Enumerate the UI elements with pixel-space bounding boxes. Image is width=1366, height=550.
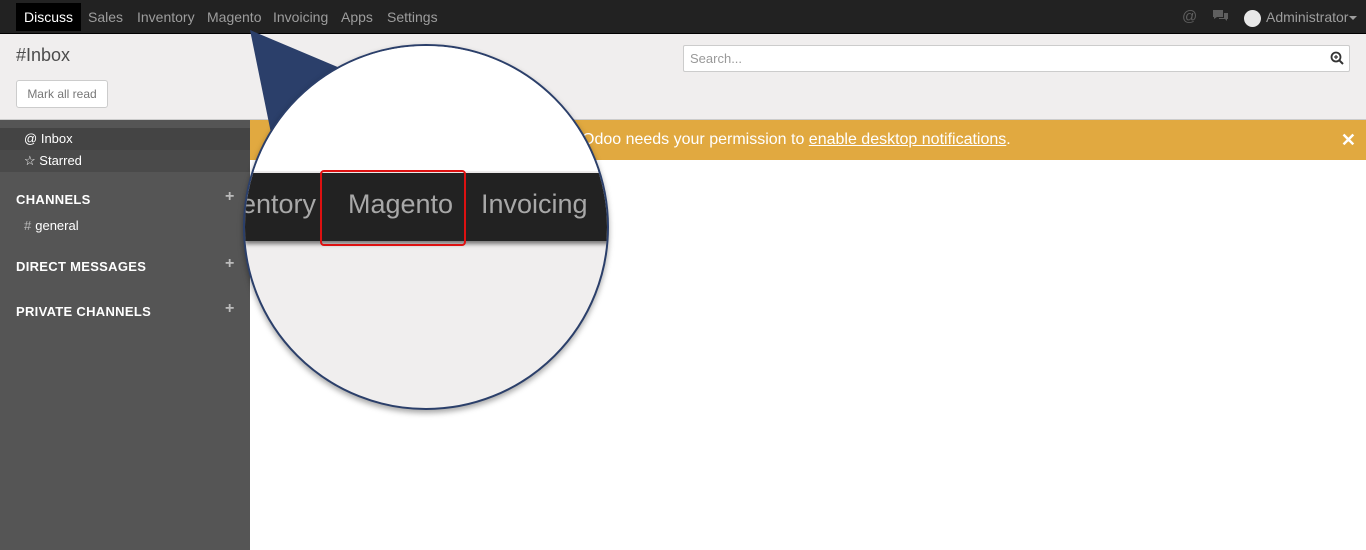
user-menu[interactable]: Administrator — [1266, 0, 1348, 34]
search-icon[interactable] — [1330, 51, 1344, 65]
lens-background — [245, 46, 607, 171]
notification-suffix: . — [1006, 131, 1011, 148]
chevron-down-icon[interactable] — [1349, 16, 1357, 20]
zoomed-menu-invoicing: Invoicing — [481, 189, 588, 219]
chat-icon[interactable] — [1212, 9, 1229, 27]
highlight-box — [320, 170, 466, 246]
enable-notifications-link[interactable]: enable desktop notifications — [809, 131, 1006, 148]
avatar[interactable] — [1244, 10, 1261, 27]
search-input[interactable] — [684, 46, 1310, 71]
search-box — [683, 45, 1350, 72]
zoom-lens: entory Magento Invoicing — [243, 44, 609, 410]
at-icon[interactable]: @ — [1182, 8, 1197, 25]
zoomed-menu-inventory: entory — [243, 189, 317, 219]
close-icon[interactable]: ✕ — [1341, 120, 1356, 160]
